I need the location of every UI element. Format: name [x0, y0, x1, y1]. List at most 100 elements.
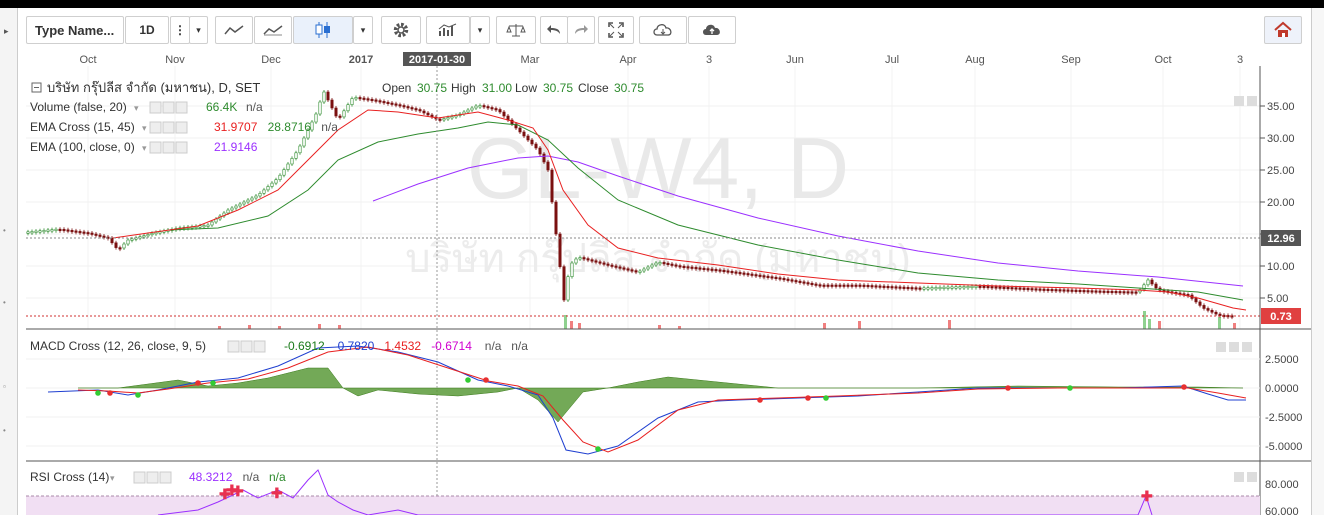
- candle-body: [798, 280, 802, 283]
- open-label: Open: [382, 81, 411, 95]
- candle-body: [958, 286, 962, 289]
- indicators-dropdown-button[interactable]: ▾: [470, 16, 490, 44]
- candle-body: [1050, 289, 1054, 292]
- price-tick-label: 20.00: [1267, 197, 1295, 209]
- candle-body: [426, 112, 430, 116]
- chart-type-dropdown-button[interactable]: ▾: [353, 16, 373, 44]
- pane-close-icon[interactable]: [1242, 342, 1252, 352]
- right-scrollbar[interactable]: [1311, 8, 1324, 515]
- line-chart-button[interactable]: [215, 16, 253, 44]
- pane-down-icon[interactable]: [1247, 472, 1257, 482]
- close-icon[interactable]: [175, 141, 188, 154]
- candle-body: [366, 98, 370, 101]
- candle-body: [874, 285, 878, 288]
- close-icon[interactable]: [175, 101, 188, 114]
- redo-button[interactable]: [567, 16, 595, 44]
- settings-icon[interactable]: [149, 121, 162, 134]
- close-icon[interactable]: [253, 340, 266, 353]
- last-price-label: 0.73: [1270, 311, 1291, 323]
- candle-body: [234, 205, 238, 209]
- add-icon[interactable]: [162, 101, 175, 114]
- macd-cross-dot: [465, 377, 471, 383]
- gear-icon: [393, 22, 409, 38]
- interval-button[interactable]: 1D: [125, 16, 169, 44]
- candle-body: [1062, 289, 1066, 292]
- candle-body: [1054, 289, 1058, 292]
- fullscreen-button[interactable]: [598, 16, 634, 44]
- candle-body: [278, 174, 282, 180]
- candle-body: [34, 230, 38, 233]
- chevron-down-icon[interactable]: ▾: [134, 103, 139, 113]
- price-tick-label: 30.00: [1267, 133, 1295, 145]
- candle-body: [982, 285, 986, 288]
- pane-down-icon[interactable]: [1229, 342, 1239, 352]
- interval-dropdown-button[interactable]: ▾: [189, 16, 208, 44]
- settings-icon[interactable]: [149, 101, 162, 114]
- fullscreen-icon: [608, 22, 624, 38]
- indicators-button[interactable]: [426, 16, 470, 44]
- add-icon[interactable]: [162, 121, 175, 134]
- macd-pane[interactable]: MACD Cross (12, 26, close, 9, 5) -0.6912…: [26, 339, 1302, 455]
- candle-body: [666, 262, 670, 265]
- tool-marker-icon[interactable]: •: [3, 226, 6, 235]
- candle-body: [38, 230, 42, 233]
- indicator-label[interactable]: Volume (false, 20): [30, 100, 127, 114]
- pane-up-icon[interactable]: [1216, 342, 1226, 352]
- candle-body: [110, 237, 114, 244]
- interval-menu-button[interactable]: ⋮: [170, 16, 190, 44]
- candle-body: [838, 284, 842, 287]
- settings-button[interactable]: [381, 16, 421, 44]
- rsi-pane[interactable]: ✚✚✚ ✚ ✚ RSI Cross (14) 48.3212 n/a n/a▾ 80.0…: [26, 469, 1299, 515]
- candle-body: [698, 267, 702, 270]
- pane-up-icon[interactable]: [1234, 472, 1244, 482]
- pane-down-icon[interactable]: [1247, 96, 1257, 106]
- tool-marker-icon[interactable]: ▫: [3, 382, 6, 391]
- candle-body: [818, 284, 822, 287]
- settings-icon[interactable]: [149, 141, 162, 154]
- candle-body: [1090, 290, 1094, 293]
- save-chart-button[interactable]: [688, 16, 736, 44]
- candle-body: [1094, 290, 1098, 293]
- close-icon[interactable]: [175, 121, 188, 134]
- candle-body: [126, 239, 130, 245]
- compare-button[interactable]: [496, 16, 536, 44]
- candle-body: [26, 231, 30, 234]
- left-drawing-toolbar[interactable]: ▸ • • ▫ •: [0, 8, 18, 515]
- candle-body: [466, 109, 470, 113]
- expand-arrow-icon[interactable]: ▸: [4, 26, 9, 37]
- symbol-search-button[interactable]: Type Name...: [26, 16, 124, 44]
- settings-icon[interactable]: [133, 471, 146, 484]
- indicator-label[interactable]: EMA (100, close, 0): [30, 140, 135, 154]
- close-icon[interactable]: [159, 471, 172, 484]
- candle-body: [686, 266, 690, 269]
- chevron-down-icon[interactable]: ▾: [110, 473, 115, 483]
- candle-body: [602, 262, 606, 265]
- candlestick-chart-button[interactable]: [293, 16, 353, 44]
- close-value: 30.75: [614, 81, 644, 95]
- chart-area[interactable]: Oct Nov Dec 2017 Mar Apr 3 Jun Jul Aug Sep Oct 3 201…: [18, 50, 1311, 515]
- candle-body: [1214, 311, 1218, 315]
- add-icon[interactable]: [240, 340, 253, 353]
- macd-cross-dot: [823, 395, 829, 401]
- candle-body: [782, 278, 786, 281]
- candle-body: [1058, 289, 1062, 292]
- add-icon[interactable]: [146, 471, 159, 484]
- candle-body: [130, 238, 134, 241]
- tool-marker-icon[interactable]: •: [3, 298, 6, 307]
- pane-up-icon[interactable]: [1234, 96, 1244, 106]
- chevron-down-icon[interactable]: ▾: [142, 143, 147, 153]
- indicator-label[interactable]: EMA Cross (15, 45): [30, 120, 135, 134]
- area-chart-button[interactable]: [254, 16, 292, 44]
- chevron-down-icon[interactable]: ▾: [142, 123, 147, 133]
- settings-icon[interactable]: [227, 340, 240, 353]
- load-chart-button[interactable]: [639, 16, 687, 44]
- candle-body: [54, 228, 58, 231]
- home-button[interactable]: [1264, 16, 1302, 44]
- candle-body: [1042, 288, 1046, 291]
- indicator-value: 28.8716: [268, 120, 312, 134]
- undo-button[interactable]: [540, 16, 568, 44]
- add-icon[interactable]: [162, 141, 175, 154]
- tool-marker-icon[interactable]: •: [3, 426, 6, 435]
- candle-body: [314, 113, 318, 123]
- window-top-edge: [0, 0, 1324, 8]
